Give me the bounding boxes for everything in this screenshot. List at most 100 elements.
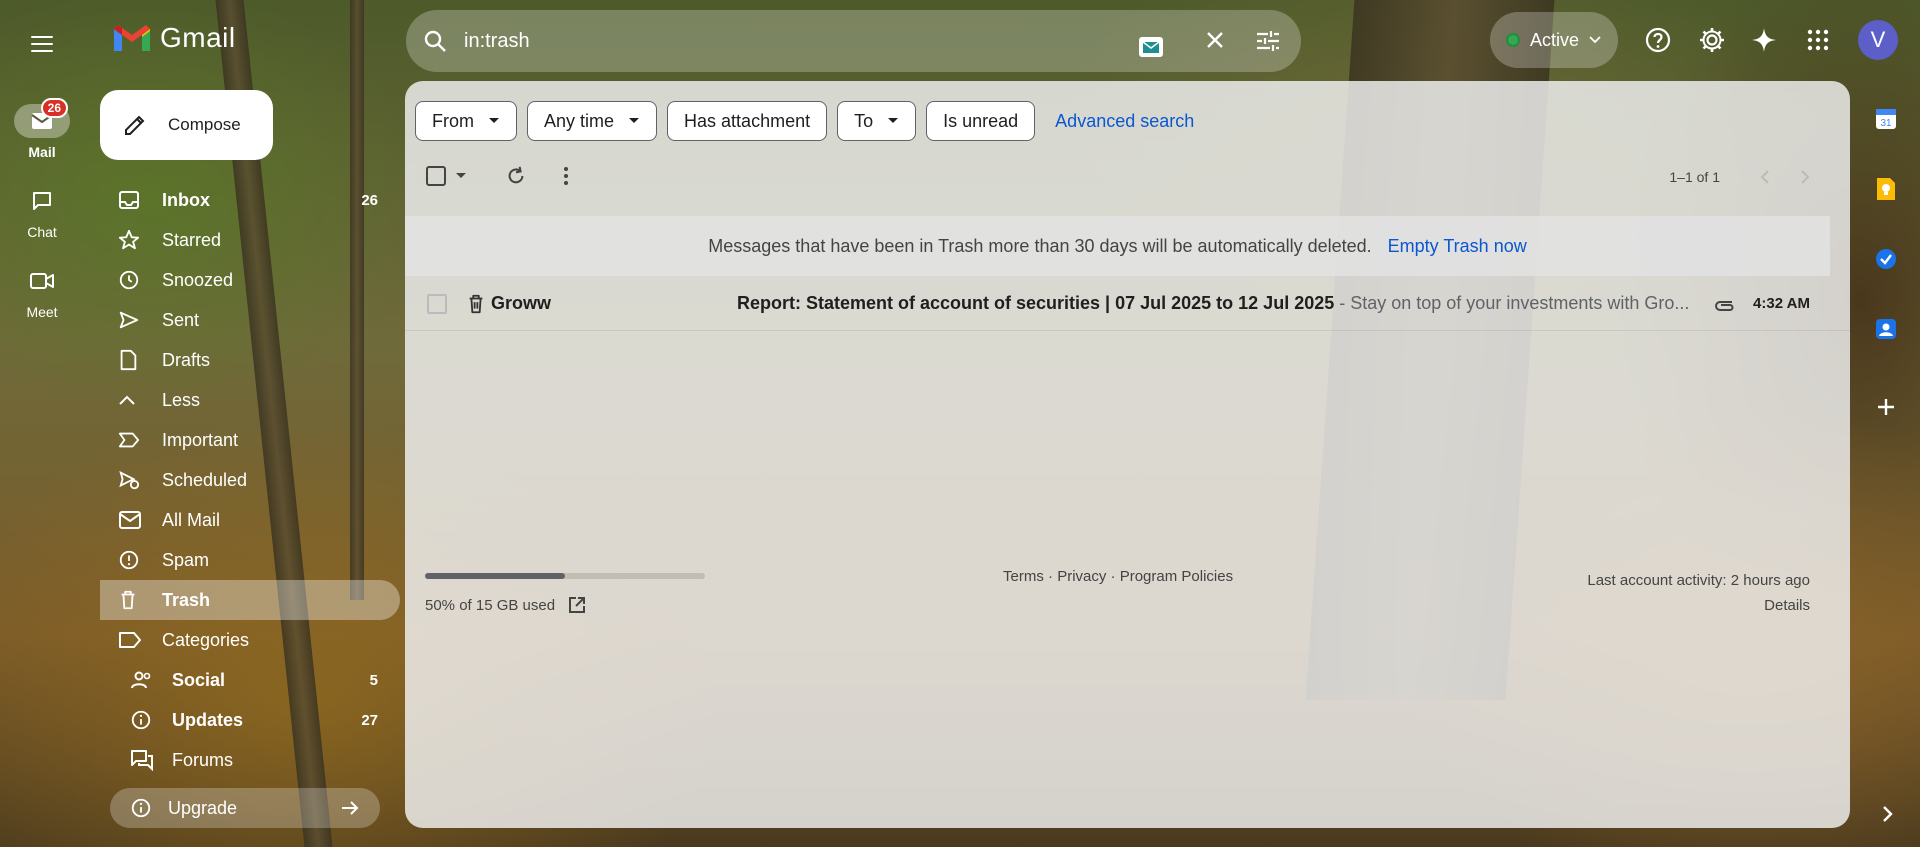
keep-icon (1877, 178, 1895, 200)
rail-meet-label: Meet (26, 304, 58, 320)
row-checkbox[interactable] (427, 293, 447, 314)
mail-badge: 26 (40, 98, 68, 118)
is-unread-chip[interactable]: Is unread (926, 101, 1036, 141)
more-options-button[interactable] (563, 166, 569, 186)
sidebar-item-categories[interactable]: Categories (100, 620, 400, 660)
sidebar-item-label: Forums (172, 749, 234, 770)
advanced-search-link[interactable]: Advanced search (1055, 111, 1194, 132)
sidebar-item-label: Social (172, 669, 226, 690)
privacy-link[interactable]: Privacy (1057, 568, 1106, 585)
main-menu-button[interactable] (22, 24, 62, 64)
sidebar-item-trash[interactable]: Trash (100, 580, 400, 620)
dropdown-arrow-icon (489, 118, 499, 123)
social-count: 5 (369, 671, 378, 689)
rail-chat[interactable]: Chat (0, 184, 84, 240)
close-icon[interactable] (1202, 27, 1228, 53)
rail-mail-label: Mail (28, 144, 56, 160)
main-panel: From Any time Has attachment To Is unrea… (405, 81, 1850, 828)
status-label: Active (1530, 29, 1580, 50)
all-mail-icon (119, 511, 141, 529)
mail-chip-icon[interactable] (1138, 36, 1164, 58)
get-addons-button[interactable] (1862, 383, 1910, 431)
calendar-app-button[interactable]: 31 (1862, 95, 1910, 143)
rail-mail[interactable]: 26 Mail (0, 98, 84, 160)
compose-button[interactable]: Compose (100, 90, 273, 160)
sidebar-item-label: Categories (162, 629, 250, 650)
rail-chat-label: Chat (27, 224, 57, 240)
search-icon[interactable] (422, 28, 448, 54)
avatar[interactable]: V (1858, 20, 1898, 60)
table-row[interactable]: Groww Report: Statement of account of se… (405, 277, 1850, 331)
row-sender: Groww (491, 293, 552, 313)
notice-text: Messages that have been in Trash more th… (708, 235, 1372, 256)
program-policies-link[interactable]: Program Policies (1120, 568, 1233, 585)
sidebar-item-inbox[interactable]: Inbox 26 (100, 180, 400, 220)
support-button[interactable] (1638, 20, 1678, 60)
sidebar-item-spam[interactable]: Spam (100, 540, 400, 580)
hamburger-icon (31, 36, 53, 38)
activity-text: Last account activity: 2 hours ago (1587, 572, 1810, 589)
trash-icon (121, 590, 135, 610)
sidebar-item-updates[interactable]: Updates 27 (100, 700, 400, 740)
settings-button[interactable] (1692, 20, 1732, 60)
sidebar-item-all-mail[interactable]: All Mail (100, 500, 400, 540)
sidebar-item-drafts[interactable]: Drafts (100, 340, 400, 380)
has-attachment-chip[interactable]: Has attachment (667, 101, 828, 141)
chevron-down-icon (1589, 36, 1601, 44)
storage-meter: 50% of 15 GB used (425, 573, 705, 615)
more-vert-icon (564, 167, 568, 185)
row-subject-text: Report: Statement of account of securiti… (737, 293, 1335, 313)
tasks-app-button[interactable] (1862, 235, 1910, 283)
checkbox-icon (426, 166, 446, 186)
people-icon (131, 671, 151, 689)
draft-icon (120, 349, 137, 371)
sparkle-icon (1752, 28, 1776, 52)
chevron-left-icon[interactable] (1760, 170, 1770, 184)
sidebar-item-less[interactable]: Less (100, 380, 400, 420)
open-in-new-icon[interactable] (567, 595, 587, 615)
gemini-button[interactable] (1744, 20, 1784, 60)
compose-label: Compose (168, 115, 241, 134)
select-all-checkbox[interactable] (425, 165, 467, 187)
apps-button[interactable] (1798, 20, 1838, 60)
pencil-icon (125, 115, 145, 135)
sidebar-item-social[interactable]: Social 5 (100, 660, 400, 700)
upgrade-button[interactable]: Upgrade (110, 788, 380, 828)
chip-label: To (854, 110, 874, 131)
refresh-button[interactable] (505, 165, 527, 187)
logo-text: Gmail (160, 22, 236, 53)
sidebar-item-forums[interactable]: Forums (100, 740, 400, 780)
to-filter-chip[interactable]: To (837, 101, 917, 141)
sidebar-item-sent[interactable]: Sent (100, 300, 400, 340)
calendar-icon: 31 (1876, 109, 1896, 129)
details-link[interactable]: Details (1587, 593, 1810, 618)
status-button[interactable]: Active (1490, 12, 1618, 68)
tune-icon[interactable] (1254, 27, 1282, 55)
empty-trash-link[interactable]: Empty Trash now (1388, 236, 1527, 257)
video-icon (30, 273, 54, 289)
sidebar-item-important[interactable]: Important (100, 420, 400, 460)
refresh-icon (508, 166, 524, 184)
sidebar-item-label: Sent (162, 309, 200, 330)
storage-fill (425, 573, 565, 579)
send-icon (119, 311, 139, 329)
sidebar-item-label: Updates (172, 709, 244, 730)
chevron-up-icon (119, 395, 135, 405)
any-time-filter-chip[interactable]: Any time (527, 101, 658, 141)
search-input[interactable] (464, 29, 1084, 53)
sidebar-item-snoozed[interactable]: Snoozed (100, 260, 400, 300)
rail-meet[interactable]: Meet (0, 264, 84, 320)
contacts-app-button[interactable] (1862, 305, 1910, 353)
keep-app-button[interactable] (1862, 165, 1910, 213)
from-filter-chip[interactable]: From (415, 101, 517, 141)
show-side-panel-button[interactable] (1864, 790, 1912, 838)
row-subject: Report: Statement of account of securiti… (737, 293, 1697, 314)
important-icon (118, 432, 140, 448)
sidebar-item-starred[interactable]: Starred (100, 220, 400, 260)
chevron-down-icon (456, 173, 466, 178)
gmail-logo[interactable]: Gmail (112, 22, 236, 54)
chevron-right-icon[interactable] (1800, 170, 1810, 184)
sidebar-item-scheduled[interactable]: Scheduled (100, 460, 400, 500)
svg-text:31: 31 (1880, 118, 1892, 129)
terms-link[interactable]: Terms (1003, 568, 1044, 585)
